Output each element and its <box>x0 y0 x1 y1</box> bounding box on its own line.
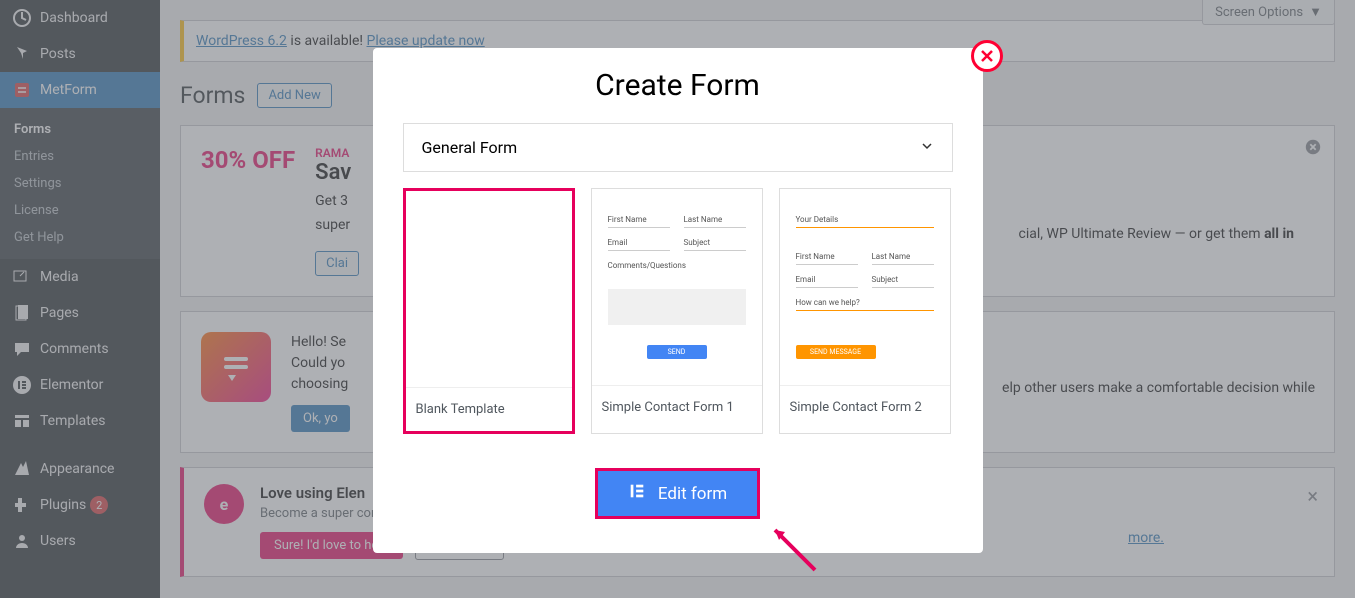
chevron-down-icon <box>920 138 934 157</box>
elementor-edit-icon <box>628 482 646 505</box>
template-grid: Blank Template First NameLast Name Email… <box>373 172 983 450</box>
form-type-select[interactable]: General Form <box>403 123 953 172</box>
template-simple-1[interactable]: First NameLast Name EmailSubject Comment… <box>591 188 763 434</box>
create-form-modal: Create Form General Form Blank Template … <box>373 48 983 553</box>
modal-title: Create Form <box>373 68 983 103</box>
template-blank[interactable]: Blank Template <box>403 188 575 434</box>
template-simple-2[interactable]: Your Details First NameLast Name EmailSu… <box>779 188 951 434</box>
close-modal-button[interactable] <box>971 40 1003 72</box>
edit-form-button[interactable]: Edit form <box>595 468 760 519</box>
